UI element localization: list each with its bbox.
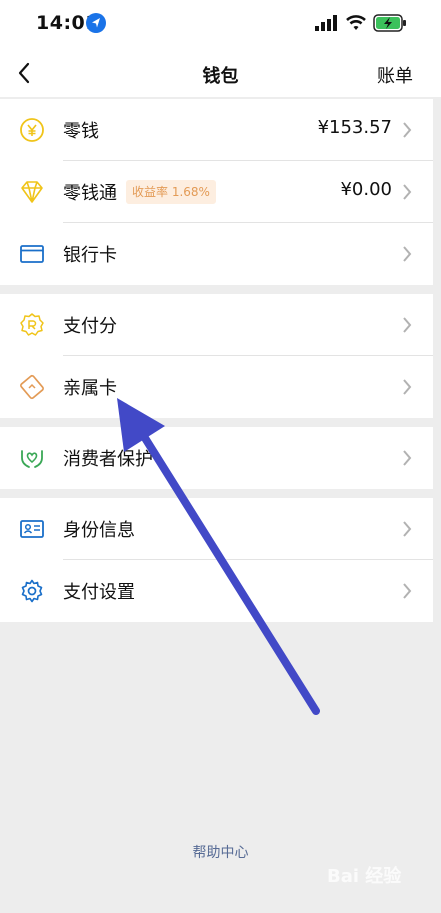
- yen-coin-icon: [20, 118, 44, 142]
- bank-card-icon: [20, 245, 44, 263]
- wallet-balance-group: 零钱 ¥153.57 零钱通 收益率 1.68% ¥0.00 银行卡: [0, 99, 433, 285]
- family-card-row[interactable]: 亲属卡: [0, 356, 433, 418]
- change-label: 零钱: [63, 121, 99, 142]
- diamond-icon: [21, 181, 43, 203]
- bill-button[interactable]: 账单: [377, 62, 413, 88]
- identity-info-label: 身份信息: [63, 520, 135, 541]
- chevron-right-icon: [403, 379, 412, 395]
- change-balance: ¥153.57: [317, 117, 392, 138]
- chevron-right-icon: [403, 317, 412, 333]
- status-bar: 14:01: [0, 0, 441, 50]
- bank-card-row[interactable]: 银行卡: [0, 223, 433, 285]
- settings-group: 身份信息 支付设置: [0, 498, 433, 622]
- gear-icon: [21, 579, 43, 603]
- protection-group: 消费者保护: [0, 427, 433, 489]
- licaitong-row[interactable]: 零钱通 收益率 1.68% ¥0.00: [0, 161, 433, 223]
- family-card-label: 亲属卡: [63, 378, 117, 399]
- cellular-signal-icon: [315, 15, 337, 31]
- family-card-icon: [20, 374, 44, 400]
- licaitong-label: 零钱通: [63, 183, 117, 204]
- help-center-link[interactable]: 帮助中心: [0, 842, 441, 862]
- consumer-protection-icon: [21, 450, 43, 468]
- payment-settings-row[interactable]: 支付设置: [0, 560, 433, 622]
- consumer-protection-row[interactable]: 消费者保护: [0, 427, 433, 489]
- id-card-icon: [20, 520, 44, 538]
- page-title: 钱包: [202, 66, 239, 87]
- baidu-watermark: Bai 经验: [327, 866, 402, 887]
- chevron-right-icon: [403, 583, 412, 599]
- chevron-right-icon: [403, 521, 412, 537]
- chevron-right-icon: [403, 122, 412, 138]
- licaitong-balance: ¥0.00: [340, 179, 392, 200]
- chevron-right-icon: [403, 450, 412, 466]
- bank-card-label: 银行卡: [63, 245, 117, 266]
- change-row[interactable]: 零钱 ¥153.57: [0, 99, 433, 161]
- chevron-right-icon: [403, 246, 412, 262]
- yield-rate-badge: 收益率 1.68%: [126, 180, 216, 204]
- chevron-right-icon: [403, 184, 412, 200]
- pay-score-row[interactable]: 支付分: [0, 294, 433, 356]
- payment-settings-label: 支付设置: [63, 582, 135, 603]
- nav-bar: 钱包 账单: [0, 50, 441, 97]
- battery-icon: [373, 14, 406, 32]
- location-icon: [86, 13, 106, 33]
- credit-score-icon: [20, 313, 44, 336]
- identity-info-row[interactable]: 身份信息: [0, 498, 433, 560]
- credit-group: 支付分 亲属卡: [0, 294, 433, 418]
- wifi-icon: [346, 15, 366, 30]
- pay-score-label: 支付分: [63, 316, 117, 337]
- consumer-protection-label: 消费者保护: [63, 449, 153, 470]
